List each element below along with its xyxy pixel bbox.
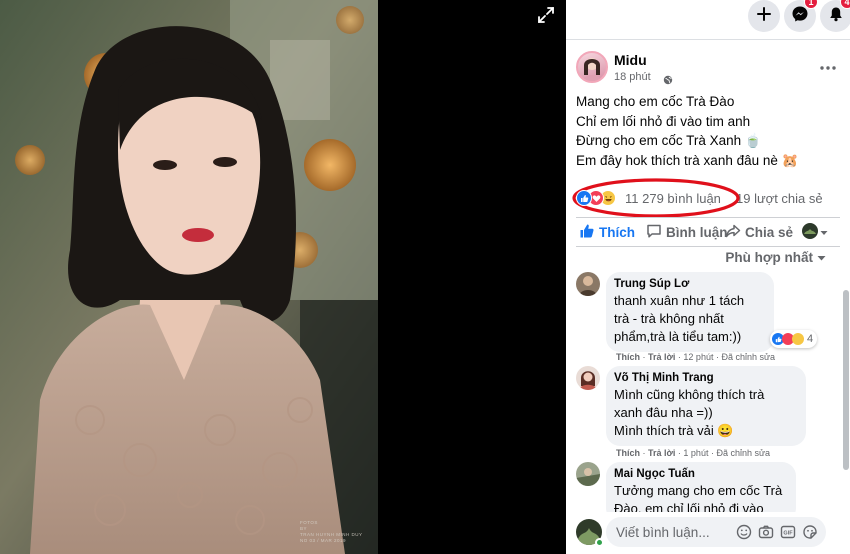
comment-button[interactable]: Bình luận (646, 220, 728, 244)
post-as-selector[interactable] (802, 220, 828, 244)
commenter-avatar[interactable] (576, 272, 600, 296)
comment-time[interactable]: 12 phút (683, 352, 713, 362)
emoji-icon[interactable] (736, 524, 752, 540)
more-horizontal-icon (820, 57, 836, 75)
comment-edited: Đã chỉnh sửa (716, 448, 771, 458)
comment-reply-link[interactable]: Trả lời (648, 352, 675, 362)
post-actions: Thích Bình luận Chia sẻ (576, 220, 840, 244)
share-button[interactable]: Chia sẻ (725, 220, 793, 244)
commenter-name[interactable]: Trung Súp Lơ (614, 276, 766, 292)
caret-down-icon (817, 250, 826, 265)
comment-bubble: Mai Ngọc Tuấn Tưởng mang cho em cốc Trà … (606, 462, 796, 512)
actions-divider (576, 217, 840, 218)
like-reaction-icon (576, 190, 592, 206)
commenter-name[interactable]: Võ Thị Minh Trang (614, 370, 798, 386)
photo-viewer: FOTOS BY TRAN HUYNH MINH DUY NO 03 / MAR… (0, 0, 566, 554)
comment-line: Mình cũng không thích trà (614, 387, 765, 402)
expand-icon[interactable] (536, 5, 556, 25)
comment-line: thanh xuân như 1 tách (614, 293, 745, 308)
commenter-avatar[interactable] (576, 366, 600, 390)
comment-icon (646, 223, 662, 242)
notifications-button[interactable]: 4 (820, 0, 850, 32)
comment-reactions[interactable]: 4 (770, 330, 818, 348)
post-photo[interactable] (0, 0, 378, 554)
comment-input[interactable] (606, 517, 726, 547)
comment-meta: Thích · Trả lời · 12 phút · Đã chỉnh sửa (616, 352, 776, 362)
share-icon (725, 223, 741, 242)
share-label: Chia sẻ (745, 224, 794, 240)
panel-scrollbar[interactable] (842, 40, 850, 554)
top-divider (566, 39, 850, 40)
post-text: Mang cho em cốc Trà Đào Chỉ em lối nhỏ đ… (576, 92, 840, 170)
actions-bottom-divider (576, 246, 840, 247)
commenter-avatar[interactable] (576, 462, 600, 486)
comment-bubble: Võ Thị Minh Trang Mình cũng không thích … (606, 366, 806, 446)
globe-icon[interactable] (663, 72, 673, 90)
comment-sort-dropdown[interactable]: Phù hợp nhất (725, 250, 826, 265)
gif-icon[interactable]: GIF (780, 524, 796, 540)
comment-line: trà - trà không nhất (614, 311, 724, 326)
create-button[interactable] (748, 0, 780, 32)
more-options-button[interactable] (816, 54, 840, 78)
photo-credit: FOTOS BY TRAN HUYNH MINH DUY NO 03 / MAR… (300, 520, 363, 543)
haha-reaction-icon (792, 333, 804, 345)
like-label: Thích (599, 224, 635, 240)
comment-input-box: GIF (606, 517, 826, 547)
post-line: Mang cho em cốc Trà Đào (576, 94, 735, 109)
comment-edited: Đã chỉnh sửa (721, 352, 776, 362)
online-status-dot (595, 538, 604, 547)
comment-item: Võ Thị Minh Trang Mình cũng không thích … (576, 366, 840, 462)
svg-text:GIF: GIF (783, 531, 793, 537)
camera-icon[interactable] (758, 524, 774, 540)
comment-reply-link[interactable]: Trả lời (648, 448, 675, 458)
scrollbar-thumb[interactable] (843, 290, 849, 470)
author-avatar[interactable] (576, 51, 608, 83)
like-icon (579, 223, 595, 242)
comment-line: xanh đâu nha =)) (614, 405, 713, 420)
comment-meta: Thích · Trả lời · 1 phút · Đã chỉnh sửa (616, 448, 771, 458)
reaction-count: 4 (807, 333, 814, 345)
comment-line: Đào, em chỉ lối nhỏ đi vào (614, 501, 764, 512)
comment-bubble: Trung Súp Lơ thanh xuân như 1 tách trà -… (606, 272, 774, 352)
bell-icon (828, 6, 844, 27)
shares-count[interactable]: 19 lượt chia sẻ (736, 191, 823, 206)
post-line: Chỉ em lối nhỏ đi vào tim anh (576, 113, 751, 129)
comment-item: Trung Súp Lơ thanh xuân như 1 tách trà -… (576, 272, 840, 368)
comment-time[interactable]: 1 phút (683, 448, 708, 458)
post-line: Em đây hok thích trà xanh đâu nè 🐹 (576, 152, 799, 168)
post-line: Đừng cho em cốc Trà Xanh 🍵 (576, 133, 762, 148)
plus-icon (756, 6, 772, 27)
comment-line: phẩm,trà là tiểu tam:)) (614, 329, 742, 344)
messenger-badge: 1 (804, 0, 818, 9)
comment-composer: GIF (566, 512, 850, 554)
comment-label: Bình luận (666, 224, 728, 240)
comment-like-link[interactable]: Thích (616, 448, 640, 458)
post-timestamp[interactable]: 18 phút (614, 71, 651, 83)
sort-label: Phù hợp nhất (725, 250, 813, 265)
comment-like-link[interactable]: Thích (616, 352, 640, 362)
top-bar: 1 4 (566, 0, 850, 36)
post-header: Midu 18 phút (576, 50, 840, 86)
post-author-name[interactable]: Midu (614, 52, 647, 68)
portrait-image (0, 0, 378, 554)
comments-count[interactable]: 11 279 bình luận (625, 191, 721, 206)
like-button[interactable]: Thích (579, 220, 635, 244)
caret-down-icon (820, 225, 828, 240)
comment-line: Mình thích trà vải 😀 (614, 423, 734, 438)
page-avatar-icon (802, 222, 818, 242)
post-side-panel: 1 4 Midu 18 phút Mang cho em cốc Trà Đào… (566, 0, 850, 554)
comment-line: Tưởng mang cho em cốc Trà (614, 483, 783, 498)
comment-item: Mai Ngọc Tuấn Tưởng mang cho em cốc Trà … (576, 462, 840, 512)
commenter-name[interactable]: Mai Ngọc Tuấn (614, 466, 788, 482)
messenger-button[interactable]: 1 (784, 0, 818, 32)
reactions-summary: 11 279 bình luận 19 lượt chia sẻ (576, 188, 840, 210)
sticker-icon[interactable] (802, 524, 818, 540)
